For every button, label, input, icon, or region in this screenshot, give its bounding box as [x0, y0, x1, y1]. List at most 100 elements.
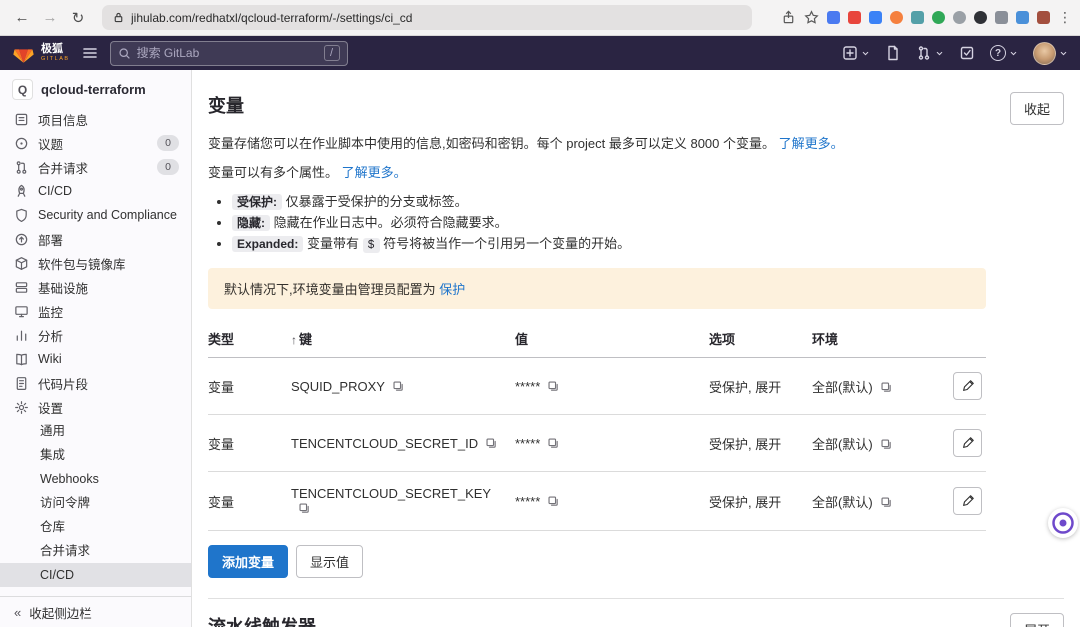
extension-icon[interactable] — [869, 11, 882, 24]
deployments-icon — [14, 232, 29, 247]
user-avatar — [1033, 42, 1056, 65]
copy-value-button[interactable] — [547, 495, 560, 508]
infrastructure-icon — [14, 280, 29, 295]
sidebar-item-monitor[interactable]: 监控 — [0, 299, 191, 323]
sidebar-item-analytics[interactable]: 分析 — [0, 323, 191, 347]
copy-environment-button[interactable] — [880, 438, 893, 451]
feedback-swirl-icon — [1051, 511, 1075, 535]
variable-key: TENCENTCLOUD_SECRET_ID — [291, 436, 478, 451]
browser-forward-button[interactable]: → — [38, 6, 62, 30]
variable-value: ***** — [515, 494, 540, 509]
plus-square-icon — [842, 45, 858, 61]
issues-shortcut-button[interactable] — [885, 45, 901, 61]
extension-icon[interactable] — [911, 11, 924, 24]
shield-icon — [14, 208, 29, 223]
copy-environment-button[interactable] — [880, 381, 893, 394]
copy-key-button[interactable] — [485, 437, 498, 450]
browser-chrome: ← → ↻ ⋮ — [0, 0, 1080, 36]
gitlab-search-input[interactable] — [137, 46, 318, 60]
url-input[interactable] — [131, 11, 742, 25]
settings-subitem-integrations[interactable]: 集成 — [0, 443, 191, 467]
extension-icon[interactable] — [890, 11, 903, 24]
sidebar-item-packages[interactable]: 软件包与镜像库 — [0, 251, 191, 275]
copy-key-button[interactable] — [392, 380, 405, 393]
todo-check-icon — [959, 45, 975, 61]
hamburger-menu-icon[interactable] — [82, 45, 98, 61]
user-menu-button[interactable] — [1033, 42, 1068, 65]
settings-subitem-webhooks[interactable]: Webhooks — [0, 467, 191, 491]
settings-subitem-general[interactable]: 通用 — [0, 419, 191, 443]
project-header[interactable]: Q qcloud-terraform — [0, 70, 191, 107]
protect-link[interactable]: 保护 — [439, 282, 465, 297]
settings-subitem-repository[interactable]: 仓库 — [0, 515, 191, 539]
variable-attributes-list: 受保护: 仅暴露于受保护的分支或标签。 隐藏: 隐藏在作业日志中。必须符合隐藏要… — [232, 192, 986, 256]
variable-key: TENCENTCLOUD_SECRET_KEY — [291, 486, 491, 501]
column-header-key[interactable]: ↑键 — [291, 321, 515, 358]
attribute-masked: 隐藏: 隐藏在作业日志中。必须符合隐藏要求。 — [232, 213, 986, 233]
sidebar-item-settings[interactable]: 设置 — [0, 395, 191, 419]
extension-icon[interactable] — [932, 11, 945, 24]
sidebar-item-merge-requests[interactable]: 合并请求 0 — [0, 155, 191, 179]
edit-variable-button[interactable] — [953, 372, 982, 400]
extension-icon[interactable] — [827, 11, 840, 24]
browser-profile-icon[interactable] — [1037, 11, 1050, 24]
chevron-down-icon — [1059, 49, 1068, 58]
address-bar[interactable] — [102, 5, 752, 30]
help-menu-button[interactable]: ? — [990, 45, 1018, 61]
settings-subitem-cicd[interactable]: CI/CD — [0, 563, 191, 587]
copy-key-button[interactable] — [298, 502, 311, 515]
sidebar-item-infrastructure[interactable]: 基础设施 — [0, 275, 191, 299]
sidebar-item-cicd[interactable]: CI/CD — [0, 179, 191, 203]
merge-requests-count-badge: 0 — [157, 159, 179, 175]
reveal-values-button[interactable]: 显示值 — [296, 545, 363, 578]
new-menu-button[interactable] — [842, 45, 870, 61]
feedback-widget-button[interactable] — [1048, 508, 1078, 538]
settings-subitem-access-tokens[interactable]: 访问令牌 — [0, 491, 191, 515]
variable-environments: 全部(默认) — [812, 437, 873, 452]
pipeline-triggers-section: 流水线触发器 展开 通过生成触发令牌并将其与 API 调用一起使用,为分支或标签… — [208, 613, 1064, 627]
sidebar-item-security[interactable]: Security and Compliance — [0, 203, 191, 227]
protected-chip: 受保护: — [232, 194, 282, 210]
sidebar-item-wiki[interactable]: Wiki — [0, 347, 191, 371]
sidebar-item-project-information[interactable]: 项目信息 — [0, 107, 191, 131]
copy-environment-button[interactable] — [880, 496, 893, 509]
learn-more-link[interactable]: 了解更多。 — [779, 136, 844, 151]
edit-variable-button[interactable] — [953, 487, 982, 515]
gitlab-topbar: 极狐 GITLAB / ? — [0, 36, 1080, 70]
extension-icon[interactable] — [953, 11, 966, 24]
browser-back-button[interactable]: ← — [10, 6, 34, 30]
document-icon — [885, 45, 901, 61]
variable-row: 变量 TENCENTCLOUD_SECRET_KEY ***** 受保护, 展开… — [208, 472, 986, 531]
merge-requests-button[interactable] — [916, 45, 944, 61]
learn-more-link[interactable]: 了解更多。 — [342, 165, 407, 180]
todos-button[interactable] — [959, 45, 975, 61]
extension-icon[interactable] — [1016, 11, 1029, 24]
copy-value-button[interactable] — [547, 380, 560, 393]
sidebar-item-issues[interactable]: 议题 0 — [0, 131, 191, 155]
extension-icon[interactable] — [974, 11, 987, 24]
gitlab-search[interactable]: / — [110, 41, 348, 66]
edit-variable-button[interactable] — [953, 429, 982, 457]
jihu-gitlab-logo[interactable]: 极狐 GITLAB — [12, 43, 70, 64]
extensions-puzzle-icon[interactable] — [995, 11, 1008, 24]
monitor-icon — [14, 304, 29, 319]
pencil-icon — [961, 379, 975, 393]
copy-value-button[interactable] — [547, 437, 560, 450]
settings-subitem-merge-requests[interactable]: 合并请求 — [0, 539, 191, 563]
sidebar-item-snippets[interactable]: 代码片段 — [0, 371, 191, 395]
issues-count-badge: 0 — [157, 135, 179, 151]
sidebar-item-deployments[interactable]: 部署 — [0, 227, 191, 251]
extension-icon[interactable] — [848, 11, 861, 24]
bookmark-star-icon[interactable] — [804, 10, 819, 25]
collapse-sidebar-button[interactable]: « 收起侧边栏 — [0, 596, 191, 627]
browser-reload-button[interactable]: ↻ — [66, 6, 90, 30]
collapse-section-button[interactable]: 收起 — [1010, 92, 1064, 125]
browser-menu-icon[interactable]: ⋮ — [1058, 9, 1070, 26]
brand-subtitle: GITLAB — [41, 57, 70, 63]
variables-description: 变量存储您可以在作业脚本中使用的信息,如密码和密钥。每个 project 最多可… — [208, 134, 986, 154]
share-icon[interactable] — [781, 10, 796, 25]
expand-section-button[interactable]: 展开 — [1010, 613, 1064, 627]
project-name: qcloud-terraform — [41, 82, 146, 97]
add-variable-button[interactable]: 添加变量 — [208, 545, 288, 578]
sort-ascending-icon: ↑ — [291, 333, 297, 347]
